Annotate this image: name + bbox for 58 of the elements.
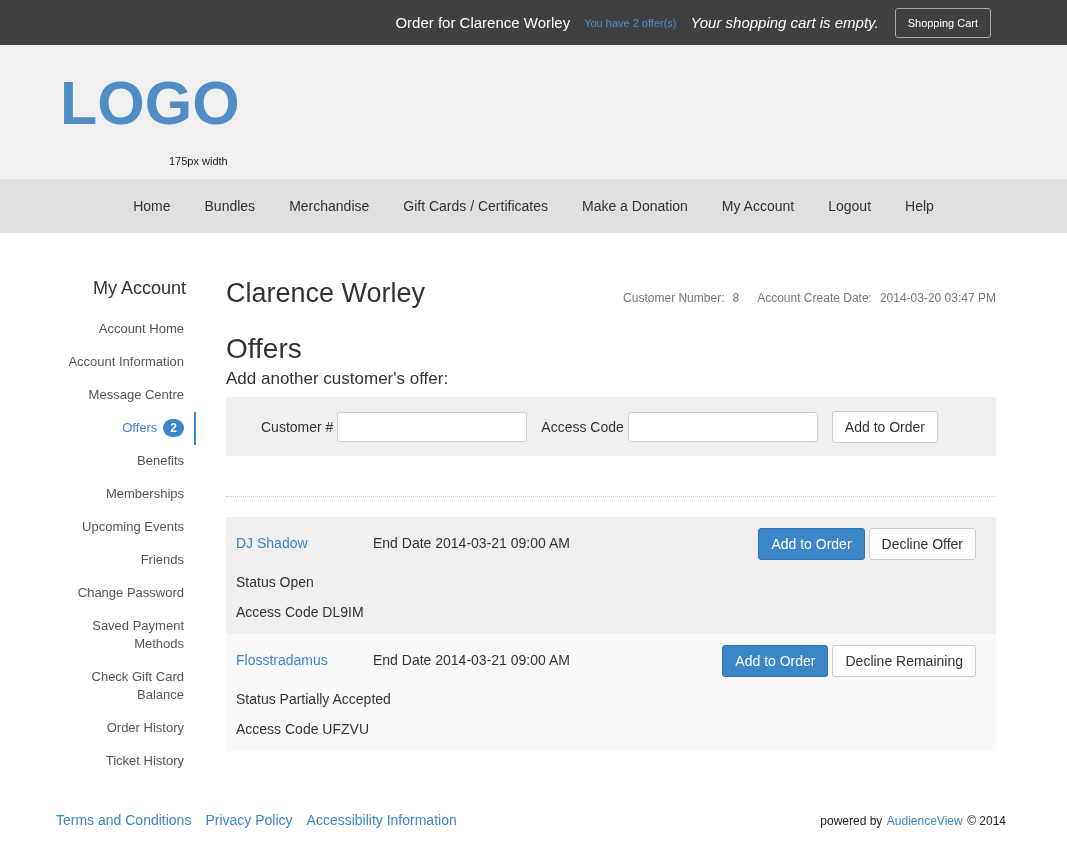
customer-name: Clarence Worley — [226, 278, 426, 309]
offer-end-date: End Date 2014-03-21 09:00 AM — [373, 652, 571, 668]
customer-number-field-label: Customer # — [261, 418, 334, 435]
customer-number-field[interactable] — [337, 411, 528, 442]
offer-status: Status Partially Accepted — [236, 691, 392, 707]
customer-number: 8 — [732, 291, 740, 305]
sidebar-item[interactable]: Upcoming Events — [46, 511, 196, 544]
sidebar-item[interactable]: Offers 2 — [46, 412, 196, 445]
sidebar-item[interactable]: Account Information — [46, 346, 196, 379]
nav-link[interactable]: Merchandise — [272, 198, 387, 214]
footer-link[interactable]: Accessibility Information — [306, 812, 457, 828]
offer-name-link[interactable]: Flosstradamus — [236, 652, 373, 668]
offer-access-code: Access Code UFZVU — [236, 721, 371, 737]
footer-link[interactable]: Privacy Policy — [205, 812, 293, 828]
powered-by-label: powered by — [820, 814, 883, 828]
logo-note: 175px width — [169, 155, 228, 167]
create-date-label: Account Create Date: — [757, 291, 872, 305]
decline-button[interactable]: Decline Offer — [868, 528, 976, 560]
order-for-label: Order for Clarence Worley — [395, 14, 571, 31]
add-to-order-button[interactable]: Add to Order — [831, 410, 938, 443]
sidebar-item[interactable]: Ticket History — [46, 745, 196, 778]
count-badge: 2 — [163, 419, 184, 437]
nav-link[interactable]: My Account — [704, 198, 812, 214]
add-to-order-button[interactable]: Add to Order — [722, 645, 829, 677]
sidebar-item[interactable]: Friends — [46, 544, 196, 577]
sidebar-item[interactable]: Benefits — [46, 445, 196, 478]
nav-link[interactable]: Home — [116, 198, 188, 214]
offer-access-code: Access Code DL9IM — [236, 604, 365, 620]
add-to-order-button[interactable]: Add to Order — [758, 528, 865, 560]
sidebar-item[interactable]: Check Gift Card Balance — [46, 661, 196, 712]
sidebar-item[interactable]: Account Home — [46, 313, 196, 346]
sidebar-item[interactable]: Change Password — [46, 577, 196, 610]
sidebar-item[interactable]: Memberships — [46, 478, 196, 511]
add-offer-title: Add another customer's offer: — [226, 369, 450, 389]
sidebar-item[interactable]: Saved Payment Methods — [46, 610, 196, 661]
customer-number-label: Customer Number: — [623, 291, 725, 305]
footer-link[interactable]: Terms and Conditions — [56, 812, 192, 828]
logo: LOGO — [60, 73, 240, 134]
shopping-cart-button[interactable]: Shopping Cart — [894, 7, 991, 38]
offer-name-link[interactable]: DJ Shadow — [236, 535, 373, 551]
offers-title: Offers — [226, 333, 303, 365]
nav-link[interactable]: Bundles — [187, 198, 273, 214]
nav-link[interactable]: Gift Cards / Certificates — [386, 198, 565, 214]
sidebar-title: My Account — [91, 278, 186, 299]
offer-end-date: End Date 2014-03-21 09:00 AM — [373, 535, 571, 551]
audienceview-link[interactable]: AudienceView — [886, 814, 963, 828]
sidebar-item[interactable]: Message Centre — [46, 379, 196, 412]
nav-link[interactable]: Make a Donation — [565, 198, 705, 214]
nav-link[interactable]: Help — [888, 198, 951, 214]
offer-status: Status Open — [236, 574, 315, 590]
access-code-field[interactable] — [627, 411, 818, 442]
create-date: 2014-03-20 03:47 PM — [879, 291, 996, 305]
sidebar-item[interactable]: Order History — [46, 712, 196, 745]
decline-button[interactable]: Decline Remaining — [832, 645, 976, 677]
cart-status: Your shopping cart is empty. — [690, 14, 879, 31]
access-code-field-label: Access Code — [541, 418, 624, 435]
nav-link[interactable]: Logout — [811, 198, 889, 214]
copyright: © 2014 — [967, 814, 1006, 828]
